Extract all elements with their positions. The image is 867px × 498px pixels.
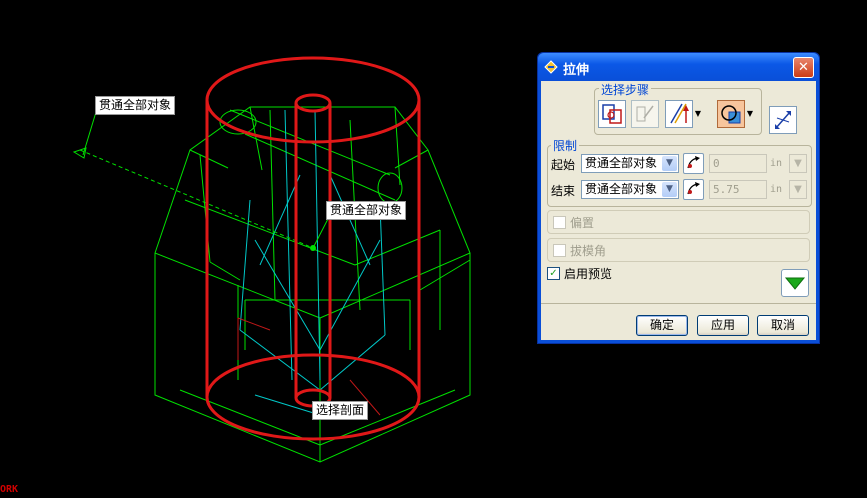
boolean-op-icon[interactable] xyxy=(717,100,745,128)
cancel-button[interactable]: 取消 xyxy=(757,315,809,336)
draft-panel: 拔模角 xyxy=(547,238,810,262)
chevron-down-icon: ▼ xyxy=(662,182,677,197)
limits-title: 限制 xyxy=(551,137,580,154)
start-spin-icon[interactable]: ▼ xyxy=(789,154,807,173)
start-distance-input[interactable]: 0 xyxy=(709,154,767,173)
limit-label-end: 贯通全部对象 xyxy=(326,201,407,220)
end-unit: in xyxy=(770,184,783,195)
select-section-hint: 选择剖面 xyxy=(312,401,369,420)
chevron-down-icon[interactable]: ▼ xyxy=(694,100,702,128)
start-limit-select[interactable]: 贯通全部对象 ▼ xyxy=(581,154,679,173)
end-limit-value: 贯通全部对象 xyxy=(585,182,658,196)
offset-panel: 偏置 xyxy=(547,210,810,234)
selection-steps-title: 选择步骤 xyxy=(599,81,652,98)
offset-checkbox[interactable] xyxy=(553,216,566,229)
reverse-direction-icon[interactable] xyxy=(769,106,797,134)
start-label: 起始 xyxy=(551,158,576,172)
chevron-down-icon: ▼ xyxy=(662,156,677,171)
start-unit: in xyxy=(770,158,783,169)
expand-down-icon[interactable] xyxy=(781,269,809,297)
section-select-icon[interactable] xyxy=(598,100,626,128)
dialog-titlebar[interactable]: 拉伸 ✕ xyxy=(538,53,819,81)
app-logo-icon xyxy=(544,60,558,74)
start-select-object-icon[interactable] xyxy=(683,153,704,174)
ok-button[interactable]: 确定 xyxy=(636,315,688,336)
preview-label: 启用预览 xyxy=(564,267,613,281)
end-spin-icon[interactable]: ▼ xyxy=(789,180,807,199)
end-limit-select[interactable]: 贯通全部对象 ▼ xyxy=(581,180,679,199)
divider xyxy=(541,303,816,304)
dialog-body: 选择步骤 ▼ ▼ 限制 起始 贯通全部对象 ▼ 0 in ▼ 结束 贯通全部对象… xyxy=(541,81,816,340)
target-select-icon[interactable] xyxy=(631,100,659,128)
start-limit-value: 贯通全部对象 xyxy=(585,156,658,170)
dialog-title: 拉伸 xyxy=(563,63,590,78)
corner-text: ORK xyxy=(0,484,19,495)
apply-button[interactable]: 应用 xyxy=(697,315,749,336)
end-select-object-icon[interactable] xyxy=(683,179,704,200)
draft-checkbox[interactable] xyxy=(553,244,566,257)
draft-label: 拔模角 xyxy=(570,244,607,258)
chevron-down-icon[interactable]: ▼ xyxy=(746,100,754,128)
direction-vector-icon[interactable] xyxy=(665,100,693,128)
preview-checkbox[interactable]: ✓ xyxy=(547,267,560,280)
extrude-dialog: 拉伸 ✕ 选择步骤 ▼ ▼ 限制 起始 贯通全部对象 ▼ 0 in ▼ 结束 贯… xyxy=(537,52,820,344)
close-icon[interactable]: ✕ xyxy=(793,57,814,78)
end-distance-input[interactable]: 5.75 xyxy=(709,180,767,199)
offset-label: 偏置 xyxy=(570,216,595,230)
end-label: 结束 xyxy=(551,184,576,198)
limit-label-start: 贯通全部对象 xyxy=(95,96,176,115)
